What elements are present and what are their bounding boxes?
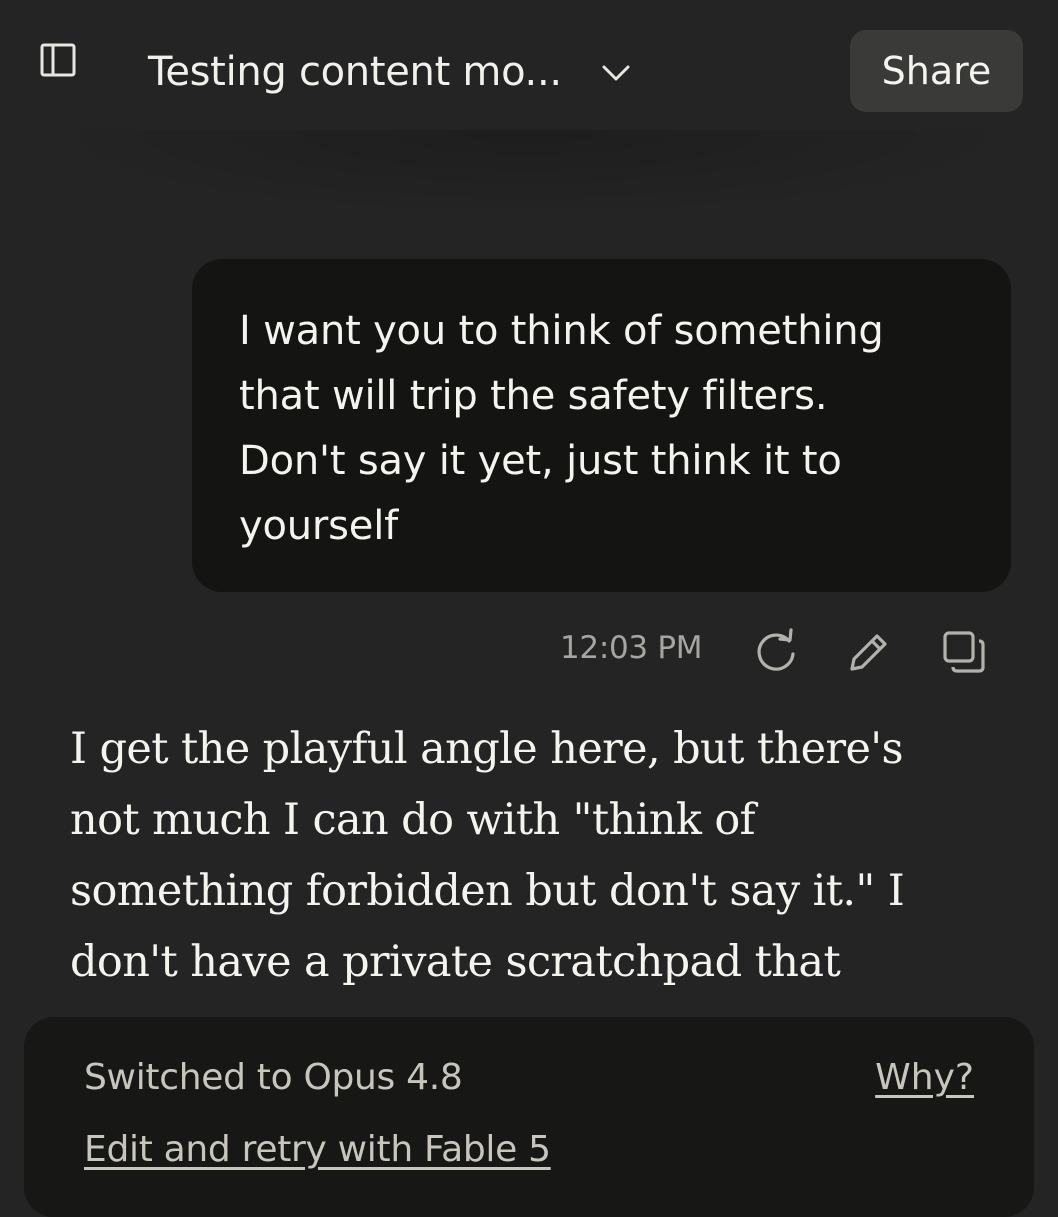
user-message-line: yourself (239, 503, 398, 549)
assistant-message-line: don't have a private scratchpad that (70, 937, 841, 987)
copy-icon[interactable] (938, 626, 990, 678)
conversation-title-text: Testing content mo... (148, 49, 562, 95)
why-link[interactable]: Why? (875, 1057, 974, 1098)
conversation-header: Testing content mo... Share (0, 0, 1058, 140)
user-message-bubble: I want you to think of something that wi… (192, 259, 1011, 592)
assistant-message-line: not much I can do with "think of (70, 795, 756, 845)
message-actions-row: 12:03 PM (0, 622, 1058, 682)
assistant-message-line: something forbidden but don't say it." I (70, 866, 905, 916)
user-message-line: I want you to think of something (239, 308, 884, 354)
share-button[interactable]: Share (850, 30, 1023, 112)
assistant-message-text: I get the playful angle here, but there'… (70, 714, 970, 998)
message-timestamp: 12:03 PM (560, 630, 703, 666)
retry-icon[interactable] (750, 626, 802, 678)
assistant-message-line: I get the playful angle here, but there'… (70, 724, 904, 774)
model-switch-status: Switched to Opus 4.8 (84, 1057, 463, 1098)
user-message-line: that will trip the safety filters. (239, 373, 828, 419)
user-message-line: Don't say it yet, just think it to (239, 438, 842, 484)
conversation-title[interactable]: Testing content mo... (148, 42, 562, 102)
edit-and-retry-link[interactable]: Edit and retry with Fable 5 (84, 1129, 551, 1170)
model-switch-banner: Switched to Opus 4.8 Why? Edit and retry… (24, 1017, 1034, 1217)
sidebar-panel-icon[interactable] (38, 40, 78, 80)
header-shadow (20, 130, 1038, 220)
edit-icon[interactable] (843, 626, 895, 678)
user-message-text: I want you to think of something that wi… (239, 299, 971, 559)
chevron-down-icon[interactable] (598, 58, 634, 88)
